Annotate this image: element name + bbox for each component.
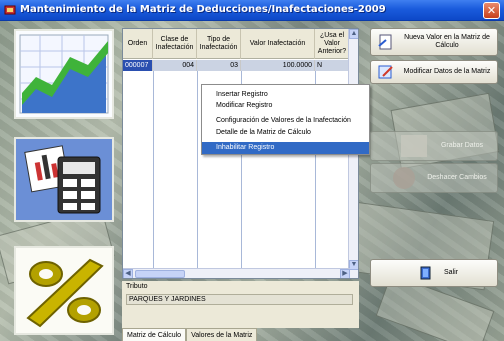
main-window: Mantenimiento de la Matriz de Deduccione… <box>0 0 504 341</box>
chart-panel <box>14 29 114 119</box>
close-button[interactable]: ✕ <box>483 2 500 19</box>
modify-button[interactable]: Modificar Datos de la Matriz <box>370 60 498 84</box>
cell-usa[interactable]: N <box>315 60 350 71</box>
column-header-clase[interactable]: Clase de Inafectación <box>153 29 197 59</box>
app-icon <box>4 5 16 15</box>
tab-strip: Matriz de Cálculo Valores de la Matriz <box>122 328 258 341</box>
new-value-label: Nueva Valor en la Matriz de Cálculo <box>404 34 490 49</box>
undo-button[interactable]: Deshacer Cambios <box>370 163 498 193</box>
menu-item-modificar[interactable]: Modificar Registro <box>202 100 369 112</box>
column-header-tipo[interactable]: Tipo de Inafectación <box>197 29 241 59</box>
window-title: Mantenimiento de la Matriz de Deduccione… <box>20 4 386 15</box>
edit-form-icon <box>378 65 393 79</box>
save-button[interactable]: Grabar Datos <box>370 131 498 161</box>
undo-icon <box>393 167 415 189</box>
cell-tipo[interactable]: 03 <box>197 60 241 71</box>
scroll-thumb[interactable] <box>135 270 185 278</box>
grid-header: Orden Clase de Inafectación Tipo de Inaf… <box>123 29 358 59</box>
exit-button[interactable]: Salir <box>370 259 498 287</box>
undo-label: Deshacer Cambios <box>427 174 487 181</box>
scroll-right-icon[interactable]: ▶ <box>340 269 350 278</box>
tab-matriz-calculo[interactable]: Matriz de Cálculo <box>122 328 187 341</box>
modify-label: Modificar Datos de la Matriz <box>403 68 491 75</box>
scroll-left-icon[interactable]: ◀ <box>123 269 133 278</box>
column-header-usa[interactable]: ¿Usa el Valor Anterior? <box>315 29 350 59</box>
column-header-valor[interactable]: Valor Inafectación <box>241 29 315 59</box>
new-document-icon <box>378 34 392 50</box>
context-menu: Insertar Registro Modificar Registro Con… <box>201 84 370 155</box>
menu-item-detalle[interactable]: Detalle de la Matriz de Cálculo <box>202 127 369 139</box>
tributo-field: PARQUES Y JARDINES <box>126 294 353 305</box>
percent-panel <box>14 246 114 335</box>
scroll-down-icon[interactable]: ▼ <box>349 260 358 270</box>
menu-item-inhabilitar[interactable]: Inhabilitar Registro <box>202 142 369 154</box>
table-row[interactable]: 000007 004 03 100.0000 N <box>123 60 358 71</box>
percent-icon <box>26 258 104 328</box>
calculator-icon <box>16 139 112 220</box>
menu-item-configuracion[interactable]: Configuración de Valores de la Inafectac… <box>202 115 369 127</box>
save-icon <box>401 135 427 157</box>
tab-valores-matriz[interactable]: Valores de la Matriz <box>186 328 258 341</box>
chart-icon <box>19 34 109 114</box>
column-header-orden[interactable]: Orden <box>123 29 153 59</box>
cell-clase[interactable]: 004 <box>153 60 197 71</box>
title-bar: Mantenimiento de la Matriz de Deduccione… <box>0 0 504 21</box>
calculator-panel <box>14 137 114 222</box>
horizontal-scrollbar[interactable]: ◀ ▶ <box>123 268 350 278</box>
exit-label: Salir <box>443 269 458 276</box>
tributo-section: Tributo PARQUES Y JARDINES <box>122 281 359 328</box>
save-label: Grabar Datos <box>440 142 484 149</box>
new-value-button[interactable]: Nueva Valor en la Matriz de Cálculo <box>370 28 498 56</box>
cell-valor[interactable]: 100.0000 <box>241 60 315 71</box>
scroll-up-icon[interactable]: ▲ <box>349 29 358 39</box>
tributo-label: Tributo <box>126 283 148 290</box>
cell-orden[interactable]: 000007 <box>123 60 153 71</box>
